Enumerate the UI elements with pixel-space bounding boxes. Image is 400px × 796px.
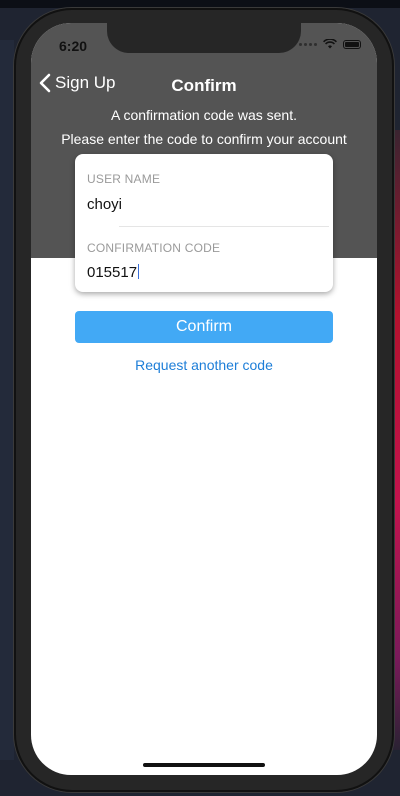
battery-icon (343, 39, 361, 49)
field-divider (119, 226, 329, 227)
info-text-line-2: Please enter the code to confirm your ac… (61, 131, 347, 147)
status-time: 6:20 (59, 38, 88, 54)
username-label: USER NAME (87, 172, 161, 186)
status-icons (299, 39, 361, 49)
signal-icon (299, 42, 317, 46)
wifi-icon (323, 39, 337, 49)
device-notch (107, 23, 301, 53)
username-field[interactable]: choyi (87, 196, 122, 213)
confirmation-code-label: CONFIRMATION CODE (87, 241, 221, 255)
app-screen: 6:20 Sign Up Confirm A confirmation code… (31, 23, 377, 775)
confirmation-code-field[interactable]: 015517 (87, 264, 140, 281)
page-title: Confirm (171, 76, 237, 95)
confirmation-code-value: 015517 (87, 264, 138, 281)
info-text-line-1: A confirmation code was sent. (111, 107, 297, 123)
navigation-bar: Sign Up Confirm (31, 67, 377, 103)
home-indicator (143, 763, 265, 767)
background-editor-left (0, 40, 14, 760)
confirm-button[interactable]: Confirm (75, 311, 333, 343)
request-another-code-link[interactable]: Request another code (31, 357, 377, 373)
desktop-topbar (0, 0, 400, 8)
confirm-form-card: USER NAME choyi CONFIRMATION CODE 015517 (75, 154, 333, 292)
text-cursor (138, 264, 140, 279)
